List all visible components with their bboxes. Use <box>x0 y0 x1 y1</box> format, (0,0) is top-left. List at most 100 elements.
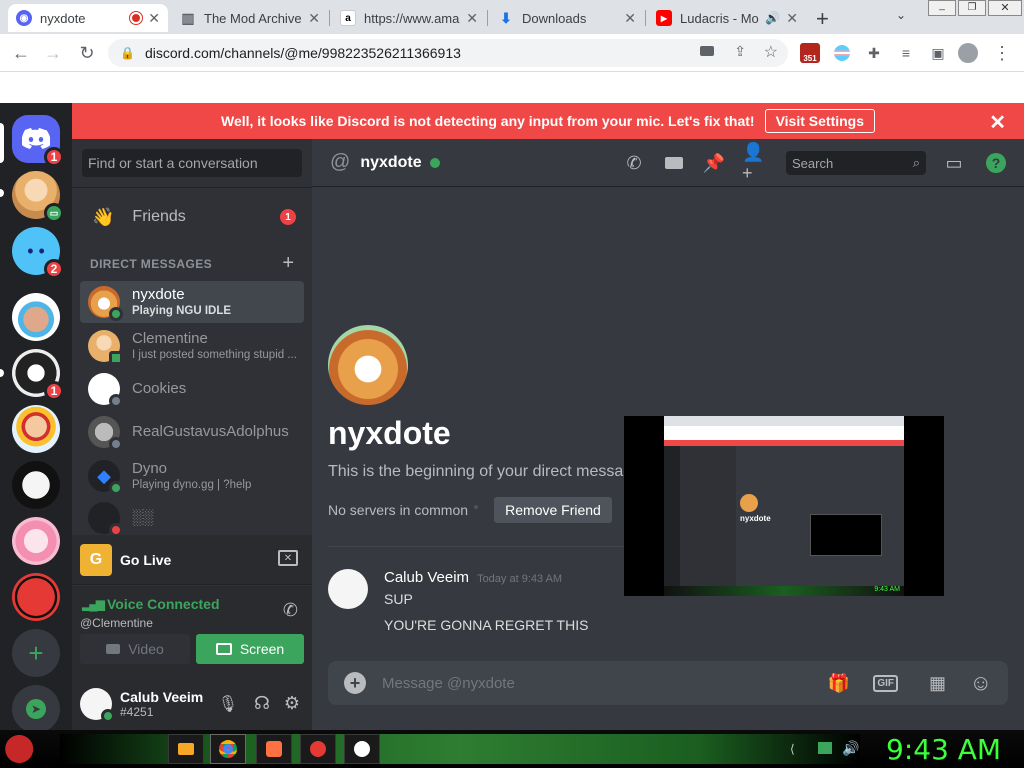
game-app-icon[interactable] <box>256 734 292 764</box>
help-icon[interactable]: ? <box>984 152 1008 174</box>
forward-arrow-icon[interactable]: → <box>42 42 64 64</box>
dm-item-nyxdote[interactable]: nyxdote Playing NGU IDLE <box>80 281 304 323</box>
server-avatar[interactable] <box>12 517 60 565</box>
new-tab-button[interactable]: + <box>816 6 829 32</box>
tab-downloads[interactable]: ⬇ Downloads ✕ <box>490 4 644 32</box>
puzzle-extensions-icon[interactable]: ✚ <box>864 43 884 63</box>
emoji-icon[interactable]: ☺ <box>970 670 992 696</box>
add-friends-to-dm-icon[interactable]: 👤+ <box>742 142 766 183</box>
microphone-icon[interactable]: 🎙 <box>218 694 238 714</box>
file-explorer-icon[interactable] <box>168 734 204 764</box>
visit-settings-button[interactable]: Visit Settings <box>764 109 876 133</box>
video-button[interactable]: Video <box>80 634 190 664</box>
taskbar-clock[interactable]: 9:43 AM <box>886 733 1001 766</box>
video-call-icon[interactable] <box>662 152 686 174</box>
server-avatar[interactable] <box>12 405 60 453</box>
find-conversation-input[interactable]: Find or start a conversation <box>82 149 302 177</box>
close-tab-icon[interactable]: ✕ <box>624 10 636 27</box>
star-icon[interactable]: ☆ <box>764 42 778 62</box>
add-server-button[interactable]: + <box>12 629 60 677</box>
url-field[interactable]: 🔒 discord.com/channels/@me/9982235262113… <box>108 39 788 67</box>
unread-pill <box>0 369 4 377</box>
stream-preview-popout[interactable]: nyxdote 9:43 AM <box>624 416 944 596</box>
dm-item-cookies[interactable]: Cookies <box>80 368 304 410</box>
remove-friend-button[interactable]: Remove Friend <box>494 497 612 523</box>
start-button-angry-bird-icon[interactable] <box>0 730 48 768</box>
minimize-icon[interactable]: _ <box>928 0 956 16</box>
restore-icon[interactable]: ❐ <box>958 0 986 16</box>
upload-plus-icon[interactable]: + <box>344 672 366 694</box>
profile-avatar-icon[interactable] <box>958 43 978 63</box>
reload-icon[interactable]: ↻ <box>76 42 98 64</box>
server-avatar[interactable]: 1 <box>12 349 64 401</box>
close-tab-icon[interactable]: ✕ <box>466 10 478 27</box>
user-avatar[interactable] <box>80 687 115 723</box>
server-avatar[interactable] <box>12 461 60 509</box>
settings-gear-icon[interactable]: ⚙ <box>284 693 300 714</box>
explore-servers-button[interactable]: ➤ <box>12 685 60 733</box>
search-input[interactable]: Search ⌕ <box>786 151 926 175</box>
profile-avatar-large[interactable] <box>328 325 408 405</box>
dm-item-dyno[interactable]: ◆ Dyno Playing dyno.gg | ?help <box>80 455 304 497</box>
close-tab-icon[interactable]: ✕ <box>148 10 160 27</box>
voice-status[interactable]: ▂▄▆ Voice Connected <box>82 596 220 612</box>
camera-icon[interactable] <box>700 46 714 56</box>
create-dm-plus-icon[interactable]: + <box>282 252 294 275</box>
close-tab-icon[interactable]: ✕ <box>308 10 320 27</box>
search-placeholder: Search <box>792 155 834 171</box>
calendar-extension-icon[interactable]: 351 <box>800 43 820 63</box>
message-line: YOU'RE GONNA REGRET THIS <box>384 617 589 633</box>
tab-search-chevron-icon[interactable]: ⌄ <box>896 8 906 22</box>
dm-item-realgustavusadolphus[interactable]: RealGustavusAdolphus <box>80 411 304 453</box>
disconnect-call-icon[interactable]: ✆ <box>283 600 298 621</box>
kebab-menu-icon[interactable]: ⋮ <box>992 43 1012 63</box>
close-window-icon[interactable]: ✕ <box>988 0 1022 16</box>
tab-nyxdote[interactable]: ◉ nyxdote ✕ <box>8 4 168 32</box>
mobile-status-icon <box>109 351 123 365</box>
home-button[interactable]: 1 <box>12 115 64 167</box>
server-avatar[interactable] <box>12 573 60 621</box>
tab-amazon[interactable]: a https://www.ama ✕ <box>332 4 486 32</box>
tab-mod-archive[interactable]: ▥ The Mod Archive ✕ <box>172 4 328 32</box>
angry-birds-app-icon[interactable] <box>300 734 336 764</box>
dm-avatar-clementine[interactable]: ▭ <box>12 171 64 223</box>
inbox-icon[interactable]: ▭ <box>942 152 966 174</box>
message-author[interactable]: Calub Veeim <box>384 569 469 586</box>
share-icon[interactable]: ⇪ <box>734 43 746 60</box>
dm-item-clementine[interactable]: Clementine I just posted something stupid… <box>80 325 304 367</box>
chrome-icon[interactable] <box>210 734 246 764</box>
tab-title: The Mod Archive <box>204 10 302 26</box>
volume-icon[interactable]: 🔊 <box>842 740 859 757</box>
message-author-avatar[interactable] <box>328 569 368 609</box>
pinned-messages-icon[interactable]: 📌 <box>702 152 726 174</box>
unread-pill <box>0 189 4 197</box>
gif-button[interactable]: GIF <box>873 674 898 692</box>
close-banner-icon[interactable]: ✕ <box>989 110 1006 135</box>
tab-title: https://www.ama <box>364 10 460 26</box>
trans-flag-extension-icon[interactable] <box>832 43 852 63</box>
side-panel-icon[interactable]: ▣ <box>928 43 948 63</box>
speaker-icon[interactable]: 🔊 <box>765 11 780 25</box>
message-input-placeholder[interactable]: Message @nyxdote <box>382 675 515 692</box>
tab-youtube[interactable]: ▶ Ludacris - Mo 🔊 ✕ <box>648 4 806 32</box>
friends-nav-item[interactable]: 👋 Friends 1 <box>80 199 304 235</box>
app-icon[interactable] <box>344 734 380 764</box>
voice-call-icon[interactable]: ✆ <box>622 152 646 174</box>
close-tab-icon[interactable]: ✕ <box>786 10 798 27</box>
message-composer[interactable]: + Message @nyxdote 🎁 GIF ▦ ☺ <box>328 661 1008 705</box>
dm-avatar-blue[interactable]: • • 2 <box>12 227 64 279</box>
sticker-icon[interactable]: ▦ <box>929 673 946 694</box>
media-queue-icon[interactable]: ≡ <box>896 43 916 63</box>
tray-chevron-icon[interactable]: ⟨ <box>790 742 795 756</box>
server-avatar[interactable] <box>12 293 60 341</box>
dm-activity: Playing dyno.gg | ?help <box>132 479 252 491</box>
screen-share-button[interactable]: Screen <box>196 634 304 664</box>
stream-monitor-icon[interactable]: ✕ <box>278 550 298 566</box>
dm-item-partial[interactable]: ░░ <box>80 501 304 535</box>
back-arrow-icon[interactable]: ← <box>10 42 32 64</box>
headphones-icon[interactable]: ☊ <box>254 693 270 714</box>
gift-icon[interactable]: 🎁 <box>828 673 850 694</box>
chat-area: @ nyxdote ✆ 📌 👤+ Search ⌕ ▭ ? nyxdote Th… <box>312 139 1024 730</box>
tray-monitor-icon[interactable] <box>818 742 832 754</box>
avatar <box>12 293 60 341</box>
